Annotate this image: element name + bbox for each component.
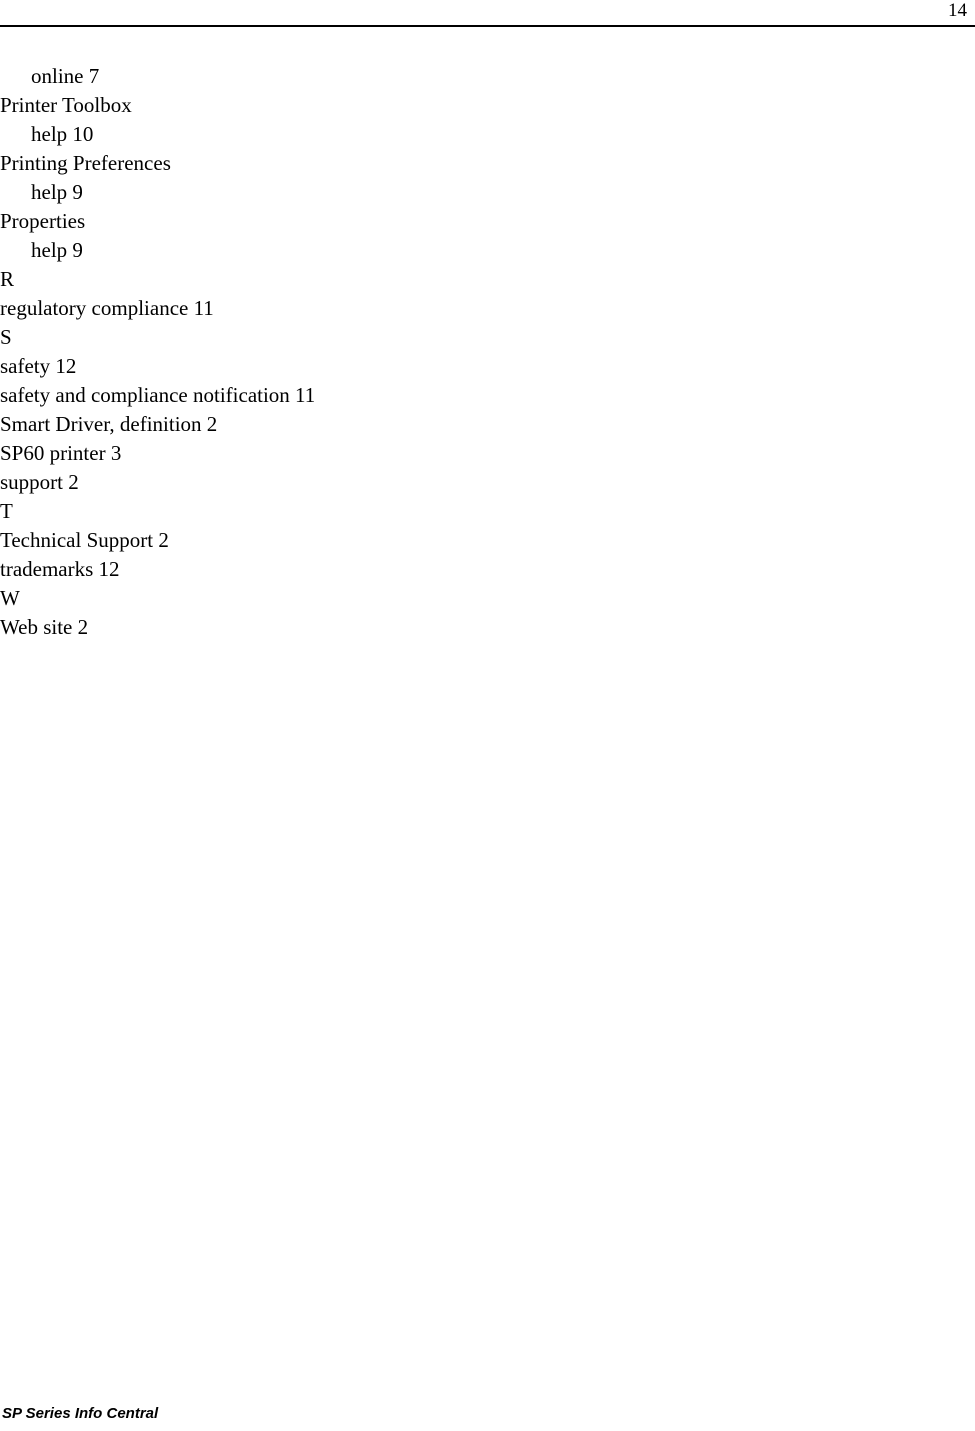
index-entry: safety and compliance notification 11 [0, 383, 316, 407]
footer-label: SP Series Info Central [2, 1405, 159, 1422]
index-entry: help 9 [31, 180, 83, 204]
index-entry: Web site 2 [0, 615, 89, 639]
header-divider [0, 25, 975, 27]
page-header: 14 [0, 0, 975, 27]
document-page: 14 online 7 Printer Toolbox help 10 Prin… [0, 0, 975, 1431]
index-entry: Printing Preferences [0, 151, 171, 175]
index-entry: Technical Support 2 [0, 528, 169, 552]
page-number: 14 [948, 0, 967, 21]
index-entry: support 2 [0, 470, 79, 494]
index-letter-heading: T [0, 499, 13, 523]
index-entry: regulatory compliance 11 [0, 296, 214, 320]
index-entry: trademarks 12 [0, 557, 120, 581]
index-letter-heading: R [0, 267, 15, 291]
index-entry-list: online 7 Printer Toolbox help 10 Printin… [0, 62, 975, 642]
index-entry: Smart Driver, definition 2 [0, 412, 218, 436]
index-entry: safety 12 [0, 354, 77, 378]
index-entry: online 7 [31, 64, 100, 88]
index-entry: help 10 [31, 122, 94, 146]
index-letter-heading: S [0, 325, 12, 349]
index-entry: Properties [0, 209, 86, 233]
index-letter-heading: W [0, 586, 20, 610]
index-entry: help 9 [31, 238, 83, 262]
index-entry: Printer Toolbox [0, 93, 132, 117]
index-entry: SP60 printer 3 [0, 441, 122, 465]
